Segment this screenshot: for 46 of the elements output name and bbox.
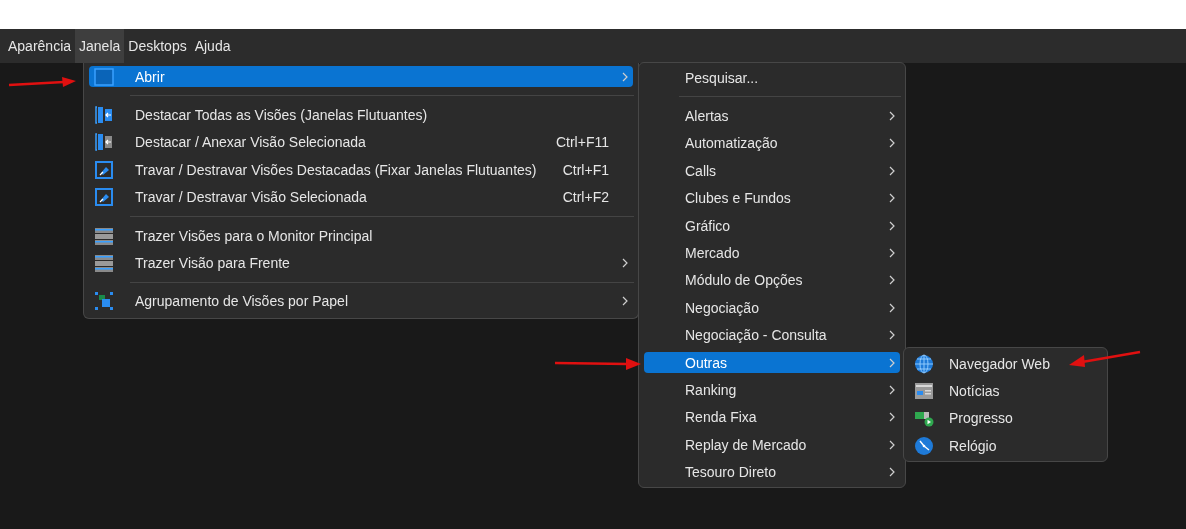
menu-item[interactable]: Travar / Destravar Visão Selecionada Ctrl+F2 (89, 186, 633, 208)
panel-arrow-icon (94, 105, 114, 126)
panel-arrow-icon (94, 132, 114, 153)
menu-item[interactable]: Mercado (644, 242, 900, 264)
menu-item[interactable]: Renda Fixa (644, 406, 900, 428)
menu-item[interactable]: Automatização (644, 132, 900, 154)
shortcut-text: Ctrl+F11 (555, 134, 609, 151)
menu-item[interactable]: Tesouro Direto (644, 461, 900, 483)
menu-item[interactable]: Negociação (644, 297, 900, 319)
stacked-windows-icon (94, 225, 114, 246)
stacked-windows-icon (94, 253, 114, 274)
menu-item[interactable]: Calls (644, 160, 900, 182)
menu-bar-item[interactable]: Desktops (124, 29, 191, 63)
menu-item[interactable]: Trazer Visão para Frente (89, 252, 633, 274)
menu-item[interactable]: Agrupamento de Visões por Papel (89, 290, 633, 312)
menu-bar-item[interactable]: Ajuda (190, 29, 235, 63)
menu-item[interactable]: Clubes e Fundos (644, 187, 900, 209)
menu-bar-item[interactable]: Aparência (4, 29, 76, 63)
menu-item[interactable]: Navegador Web (909, 353, 1102, 375)
menu-item[interactable]: Relógio (909, 435, 1102, 457)
menu-item[interactable]: Notícias (909, 380, 1102, 402)
menu-item[interactable]: Progresso (909, 407, 1102, 429)
menu-bar-item[interactable]: Janela (75, 29, 125, 63)
annotation-arrow (8, 76, 78, 90)
newspaper-icon (914, 381, 934, 402)
menu-item[interactable]: Trazer Visões para o Monitor Principal (89, 225, 633, 247)
menu-item[interactable]: Replay de Mercado (644, 434, 900, 456)
pin-window-icon (94, 187, 114, 208)
menu-item[interactable]: Destacar / Anexar Visão Selecionada Ctrl+F11 (89, 131, 633, 153)
menu-item[interactable]: Gráfico (644, 215, 900, 237)
menu-item[interactable]: Negociação - Consulta (644, 324, 900, 346)
pin-window-icon (94, 159, 114, 180)
menu-item[interactable]: Abrir (89, 66, 633, 88)
menu-item[interactable]: Pesquisar... (644, 67, 900, 89)
menu-item[interactable]: Destacar Todas as Visões (Janelas Flutuantes) (89, 104, 633, 126)
shortcut-text: Ctrl+F1 (562, 161, 609, 178)
shortcut-text: Ctrl+F2 (562, 189, 609, 206)
window-icon (94, 66, 114, 87)
menu-item[interactable]: Ranking (644, 379, 900, 401)
globe-icon (914, 353, 934, 374)
clock-icon (914, 435, 934, 456)
group-icon (94, 291, 114, 312)
menu-item[interactable]: Módulo de Opções (644, 269, 900, 291)
menu-item[interactable]: Alertas (644, 105, 900, 127)
menu-item[interactable]: Outras (644, 352, 900, 374)
menu-item[interactable]: Travar / Destravar Visões Destacadas (Fixar Janelas Flutuantes) Ctrl+F1 (89, 159, 633, 181)
